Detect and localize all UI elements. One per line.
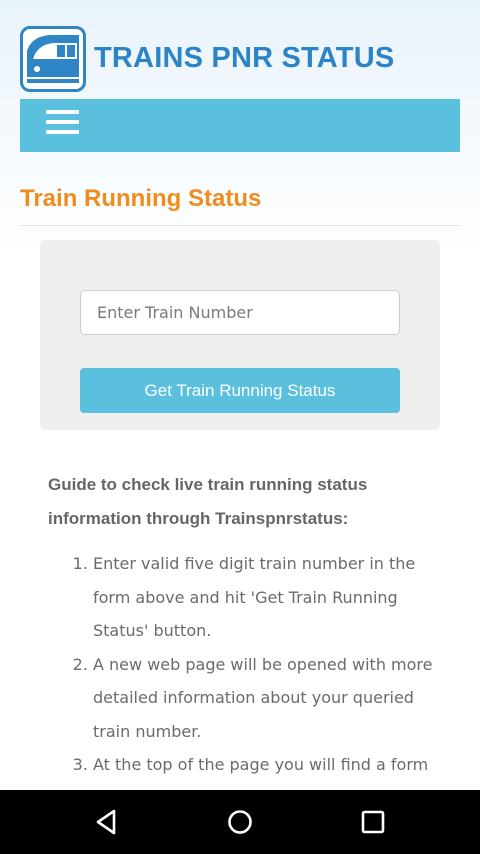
- train-number-input[interactable]: [80, 290, 400, 335]
- navigation-bar: [20, 99, 460, 152]
- site-header: TRAINS PNR STATUS: [20, 26, 460, 96]
- train-status-form: Get Train Running Status: [40, 240, 440, 430]
- list-item: Enter valid five digit train number in t…: [93, 547, 440, 648]
- list-item: At the top of the page you will find a f…: [93, 748, 440, 782]
- title-divider: [20, 225, 460, 226]
- guide-steps-list: Enter valid five digit train number in t…: [48, 547, 440, 782]
- home-circle-icon[interactable]: [220, 802, 260, 842]
- site-title[interactable]: TRAINS PNR STATUS: [94, 42, 394, 75]
- hamburger-menu-icon[interactable]: [44, 107, 82, 141]
- get-train-running-status-button[interactable]: Get Train Running Status: [80, 368, 400, 413]
- back-triangle-icon[interactable]: [86, 802, 126, 842]
- system-navigation-bar: [0, 790, 480, 854]
- train-logo-icon[interactable]: [20, 26, 86, 92]
- list-item: A new web page will be opened with more …: [93, 648, 440, 749]
- recents-square-icon[interactable]: [353, 802, 393, 842]
- guide-heading: Guide to check live train running status…: [48, 475, 368, 528]
- page-title: Train Running Status: [20, 185, 262, 212]
